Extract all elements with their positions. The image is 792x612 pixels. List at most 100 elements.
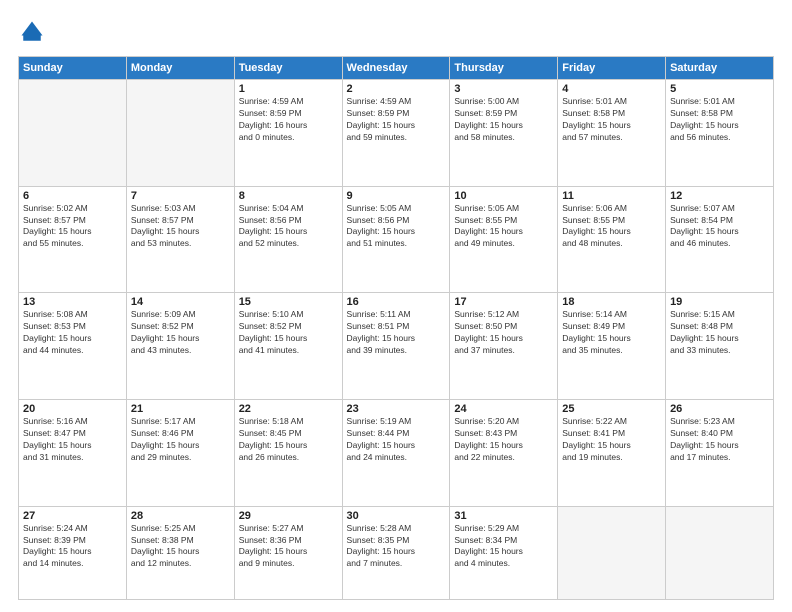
- calendar-day-cell: [558, 506, 666, 599]
- weekday-header-monday: Monday: [126, 57, 234, 80]
- calendar-day-cell: 6Sunrise: 5:02 AM Sunset: 8:57 PM Daylig…: [19, 186, 127, 293]
- day-info: Sunrise: 5:18 AM Sunset: 8:45 PM Dayligh…: [239, 416, 338, 464]
- day-number: 30: [347, 510, 446, 522]
- day-info: Sunrise: 5:01 AM Sunset: 8:58 PM Dayligh…: [562, 96, 661, 144]
- day-number: 29: [239, 510, 338, 522]
- calendar-day-cell: 3Sunrise: 5:00 AM Sunset: 8:59 PM Daylig…: [450, 80, 558, 187]
- calendar-day-cell: 9Sunrise: 5:05 AM Sunset: 8:56 PM Daylig…: [342, 186, 450, 293]
- day-number: 5: [670, 83, 769, 95]
- day-info: Sunrise: 4:59 AM Sunset: 8:59 PM Dayligh…: [347, 96, 446, 144]
- calendar-day-cell: 17Sunrise: 5:12 AM Sunset: 8:50 PM Dayli…: [450, 293, 558, 400]
- day-number: 16: [347, 296, 446, 308]
- day-info: Sunrise: 5:06 AM Sunset: 8:55 PM Dayligh…: [562, 203, 661, 251]
- day-info: Sunrise: 5:27 AM Sunset: 8:36 PM Dayligh…: [239, 523, 338, 571]
- logo: [18, 18, 50, 46]
- day-info: Sunrise: 5:28 AM Sunset: 8:35 PM Dayligh…: [347, 523, 446, 571]
- day-number: 15: [239, 296, 338, 308]
- day-number: 27: [23, 510, 122, 522]
- calendar-week-row: 6Sunrise: 5:02 AM Sunset: 8:57 PM Daylig…: [19, 186, 774, 293]
- day-number: 7: [131, 190, 230, 202]
- calendar-day-cell: 24Sunrise: 5:20 AM Sunset: 8:43 PM Dayli…: [450, 399, 558, 506]
- calendar-day-cell: 27Sunrise: 5:24 AM Sunset: 8:39 PM Dayli…: [19, 506, 127, 599]
- calendar-day-cell: 15Sunrise: 5:10 AM Sunset: 8:52 PM Dayli…: [234, 293, 342, 400]
- calendar-day-cell: 20Sunrise: 5:16 AM Sunset: 8:47 PM Dayli…: [19, 399, 127, 506]
- calendar-day-cell: 13Sunrise: 5:08 AM Sunset: 8:53 PM Dayli…: [19, 293, 127, 400]
- calendar-day-cell: [19, 80, 127, 187]
- calendar-day-cell: 18Sunrise: 5:14 AM Sunset: 8:49 PM Dayli…: [558, 293, 666, 400]
- day-number: 9: [347, 190, 446, 202]
- weekday-header-sunday: Sunday: [19, 57, 127, 80]
- day-info: Sunrise: 5:05 AM Sunset: 8:56 PM Dayligh…: [347, 203, 446, 251]
- weekday-header-saturday: Saturday: [666, 57, 774, 80]
- header: [18, 18, 774, 46]
- day-info: Sunrise: 5:04 AM Sunset: 8:56 PM Dayligh…: [239, 203, 338, 251]
- calendar-day-cell: 16Sunrise: 5:11 AM Sunset: 8:51 PM Dayli…: [342, 293, 450, 400]
- day-info: Sunrise: 5:17 AM Sunset: 8:46 PM Dayligh…: [131, 416, 230, 464]
- calendar-day-cell: 22Sunrise: 5:18 AM Sunset: 8:45 PM Dayli…: [234, 399, 342, 506]
- day-info: Sunrise: 5:23 AM Sunset: 8:40 PM Dayligh…: [670, 416, 769, 464]
- calendar-day-cell: 2Sunrise: 4:59 AM Sunset: 8:59 PM Daylig…: [342, 80, 450, 187]
- day-info: Sunrise: 5:15 AM Sunset: 8:48 PM Dayligh…: [670, 309, 769, 357]
- calendar-day-cell: 1Sunrise: 4:59 AM Sunset: 8:59 PM Daylig…: [234, 80, 342, 187]
- weekday-header-thursday: Thursday: [450, 57, 558, 80]
- day-info: Sunrise: 5:01 AM Sunset: 8:58 PM Dayligh…: [670, 96, 769, 144]
- day-info: Sunrise: 5:14 AM Sunset: 8:49 PM Dayligh…: [562, 309, 661, 357]
- calendar-day-cell: 23Sunrise: 5:19 AM Sunset: 8:44 PM Dayli…: [342, 399, 450, 506]
- day-number: 23: [347, 403, 446, 415]
- weekday-header-tuesday: Tuesday: [234, 57, 342, 80]
- day-number: 26: [670, 403, 769, 415]
- calendar-week-row: 20Sunrise: 5:16 AM Sunset: 8:47 PM Dayli…: [19, 399, 774, 506]
- day-info: Sunrise: 5:16 AM Sunset: 8:47 PM Dayligh…: [23, 416, 122, 464]
- day-info: Sunrise: 5:07 AM Sunset: 8:54 PM Dayligh…: [670, 203, 769, 251]
- calendar-day-cell: 19Sunrise: 5:15 AM Sunset: 8:48 PM Dayli…: [666, 293, 774, 400]
- day-info: Sunrise: 5:22 AM Sunset: 8:41 PM Dayligh…: [562, 416, 661, 464]
- day-number: 11: [562, 190, 661, 202]
- weekday-header-row: SundayMondayTuesdayWednesdayThursdayFrid…: [19, 57, 774, 80]
- day-number: 14: [131, 296, 230, 308]
- day-number: 31: [454, 510, 553, 522]
- day-info: Sunrise: 5:05 AM Sunset: 8:55 PM Dayligh…: [454, 203, 553, 251]
- calendar-day-cell: [126, 80, 234, 187]
- day-info: Sunrise: 5:10 AM Sunset: 8:52 PM Dayligh…: [239, 309, 338, 357]
- day-number: 1: [239, 83, 338, 95]
- calendar-day-cell: [666, 506, 774, 599]
- logo-icon: [18, 18, 46, 46]
- calendar-day-cell: 12Sunrise: 5:07 AM Sunset: 8:54 PM Dayli…: [666, 186, 774, 293]
- calendar-day-cell: 5Sunrise: 5:01 AM Sunset: 8:58 PM Daylig…: [666, 80, 774, 187]
- calendar-day-cell: 21Sunrise: 5:17 AM Sunset: 8:46 PM Dayli…: [126, 399, 234, 506]
- day-info: Sunrise: 5:24 AM Sunset: 8:39 PM Dayligh…: [23, 523, 122, 571]
- day-number: 17: [454, 296, 553, 308]
- day-number: 25: [562, 403, 661, 415]
- day-number: 13: [23, 296, 122, 308]
- calendar-day-cell: 14Sunrise: 5:09 AM Sunset: 8:52 PM Dayli…: [126, 293, 234, 400]
- calendar-week-row: 13Sunrise: 5:08 AM Sunset: 8:53 PM Dayli…: [19, 293, 774, 400]
- calendar-day-cell: 11Sunrise: 5:06 AM Sunset: 8:55 PM Dayli…: [558, 186, 666, 293]
- day-info: Sunrise: 5:25 AM Sunset: 8:38 PM Dayligh…: [131, 523, 230, 571]
- calendar-day-cell: 26Sunrise: 5:23 AM Sunset: 8:40 PM Dayli…: [666, 399, 774, 506]
- day-info: Sunrise: 5:19 AM Sunset: 8:44 PM Dayligh…: [347, 416, 446, 464]
- day-number: 18: [562, 296, 661, 308]
- calendar-day-cell: 8Sunrise: 5:04 AM Sunset: 8:56 PM Daylig…: [234, 186, 342, 293]
- day-info: Sunrise: 5:08 AM Sunset: 8:53 PM Dayligh…: [23, 309, 122, 357]
- calendar-day-cell: 29Sunrise: 5:27 AM Sunset: 8:36 PM Dayli…: [234, 506, 342, 599]
- day-info: Sunrise: 5:20 AM Sunset: 8:43 PM Dayligh…: [454, 416, 553, 464]
- day-info: Sunrise: 5:11 AM Sunset: 8:51 PM Dayligh…: [347, 309, 446, 357]
- weekday-header-friday: Friday: [558, 57, 666, 80]
- day-number: 8: [239, 190, 338, 202]
- calendar-week-row: 27Sunrise: 5:24 AM Sunset: 8:39 PM Dayli…: [19, 506, 774, 599]
- calendar-day-cell: 7Sunrise: 5:03 AM Sunset: 8:57 PM Daylig…: [126, 186, 234, 293]
- calendar-day-cell: 28Sunrise: 5:25 AM Sunset: 8:38 PM Dayli…: [126, 506, 234, 599]
- calendar-week-row: 1Sunrise: 4:59 AM Sunset: 8:59 PM Daylig…: [19, 80, 774, 187]
- day-info: Sunrise: 5:00 AM Sunset: 8:59 PM Dayligh…: [454, 96, 553, 144]
- day-number: 3: [454, 83, 553, 95]
- day-number: 19: [670, 296, 769, 308]
- day-number: 2: [347, 83, 446, 95]
- day-info: Sunrise: 4:59 AM Sunset: 8:59 PM Dayligh…: [239, 96, 338, 144]
- day-info: Sunrise: 5:03 AM Sunset: 8:57 PM Dayligh…: [131, 203, 230, 251]
- day-number: 28: [131, 510, 230, 522]
- calendar-page: SundayMondayTuesdayWednesdayThursdayFrid…: [0, 0, 792, 612]
- calendar-day-cell: 25Sunrise: 5:22 AM Sunset: 8:41 PM Dayli…: [558, 399, 666, 506]
- weekday-header-wednesday: Wednesday: [342, 57, 450, 80]
- day-number: 4: [562, 83, 661, 95]
- day-number: 12: [670, 190, 769, 202]
